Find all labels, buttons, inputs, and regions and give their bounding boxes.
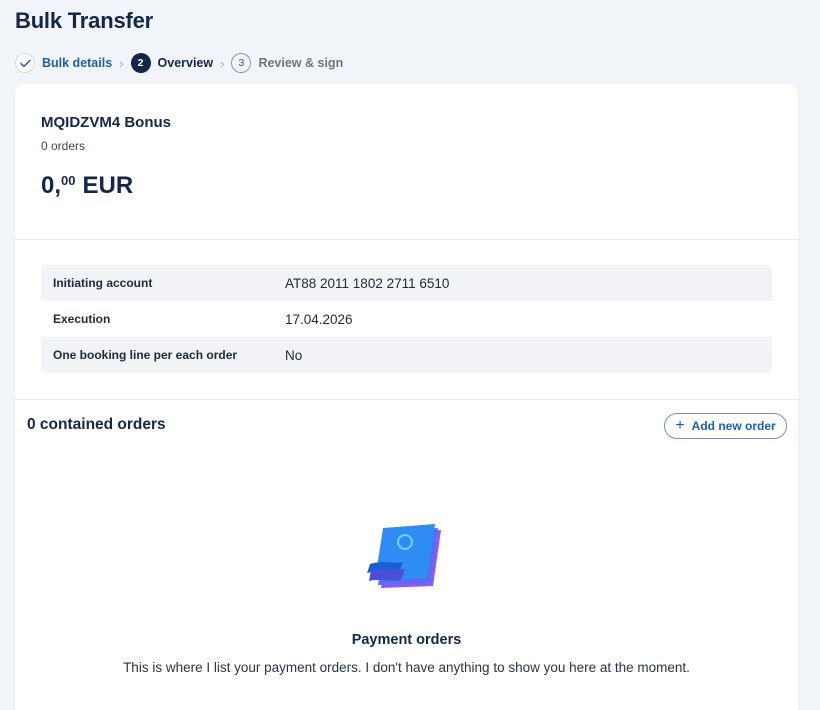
detail-row-initiating-account: Initiating account AT88 2011 1802 2711 6… (41, 265, 772, 301)
plus-icon: + (675, 417, 685, 434)
empty-state-title: Payment orders (351, 632, 462, 648)
bulk-name: MQIDZVM4 Bonus (41, 114, 171, 131)
step-label: Overview (157, 56, 214, 70)
divider (15, 239, 798, 240)
amount-decimals: 00 (61, 173, 76, 188)
step-review-sign[interactable]: 3 Review & sign (231, 53, 343, 73)
details-table: Initiating account AT88 2011 1802 2711 6… (41, 265, 772, 373)
orders-count: 0 orders (41, 139, 86, 153)
add-new-order-button[interactable]: + Add new order (664, 413, 787, 439)
step-bulk-details[interactable]: Bulk details (15, 53, 112, 73)
detail-label: Initiating account (53, 276, 153, 290)
detail-label: One booking line per each order (53, 348, 238, 362)
step-number: 2 (130, 53, 151, 73)
empty-state-text: This is where I list your payment orders… (123, 660, 690, 675)
detail-row-execution: Execution 17.04.2026 (41, 301, 772, 337)
step-label: Review & sign (258, 56, 344, 70)
add-new-order-label: Add new order (691, 419, 776, 433)
detail-value: AT88 2011 1802 2711 6510 (285, 275, 450, 291)
detail-value: 17.04.2026 (285, 311, 353, 327)
step-overview[interactable]: 2 Overview (130, 53, 214, 73)
amount-currency: EUR (82, 172, 134, 199)
detail-value: No (285, 347, 303, 363)
step-label: Bulk details (42, 56, 113, 70)
amount-integer: 0, (41, 172, 62, 199)
check-icon (15, 53, 35, 73)
chevron-right-icon: › (220, 55, 225, 71)
total-amount: 0, 00 EUR (41, 172, 133, 200)
page-title: Bulk Transfer (15, 8, 154, 33)
step-number: 3 (231, 53, 252, 73)
bulk-overview-card: MQIDZVM4 Bonus 0 orders 0, 00 EUR Initia… (15, 84, 798, 710)
detail-row-booking-line: One booking line per each order No (41, 337, 772, 373)
divider (15, 399, 798, 400)
stepper: Bulk details › 2 Overview › 3 Review & s… (15, 52, 343, 74)
payment-orders-illustration (367, 524, 441, 588)
detail-label: Execution (53, 312, 111, 326)
chevron-right-icon: › (119, 55, 124, 71)
contained-orders-title: 0 contained orders (27, 416, 166, 433)
